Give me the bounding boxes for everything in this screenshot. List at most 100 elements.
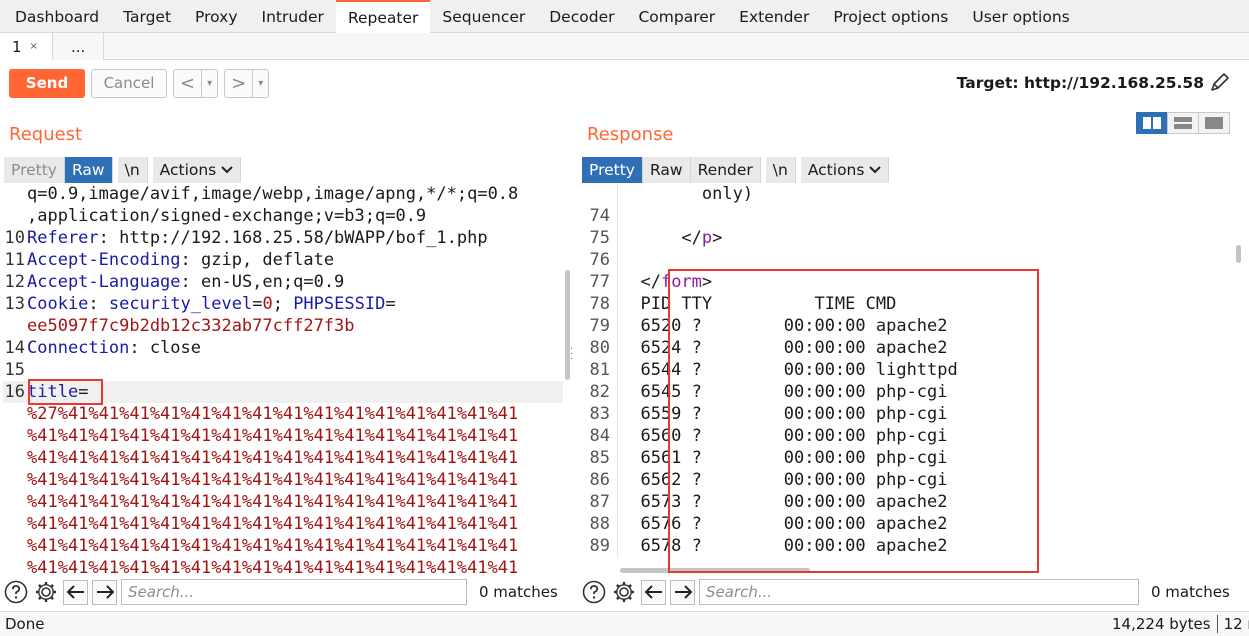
history-forward-button[interactable]: > (225, 70, 252, 97)
gutter-separator (612, 293, 618, 315)
code-token: Cookie (27, 294, 89, 314)
response-render-tab[interactable]: Render (690, 157, 761, 183)
response-search-input[interactable]: Search... (699, 579, 1139, 605)
code-line: %41%41%41%41%41%41%41%41%41%41%41%41%41%… (3, 447, 563, 469)
history-forward-dropdown[interactable]: ▾ (252, 69, 268, 97)
line-number: 89 (589, 536, 610, 556)
help-icon[interactable] (3, 579, 29, 605)
code-text: %41%41%41%41%41%41%41%41%41%41%41%41%41%… (27, 535, 518, 557)
request-actions-menu[interactable]: Actions (152, 157, 242, 183)
gutter-separator (612, 249, 618, 271)
gutter-separator (612, 425, 618, 447)
line-number: 76 (589, 250, 610, 270)
split-horizontal-icon[interactable] (1167, 112, 1199, 134)
code-text: q=0.9,image/avif,image/webp,image/apng,*… (27, 183, 518, 205)
code-token: only) (620, 184, 754, 204)
code-text: ,application/signed-exchange;v=b3;q=0.9 (27, 205, 426, 227)
main-tab-intruder[interactable]: Intruder (250, 0, 336, 33)
code-token: </ (620, 228, 702, 248)
code-token: %41%41%41%41%41%41%41%41%41%41%41%41%41%… (27, 514, 519, 534)
request-match-count: 0 matches (479, 583, 558, 601)
pane-divider-handle[interactable]: · · · (570, 345, 573, 365)
code-text: %41%41%41%41%41%41%41%41%41%41%41%41%41%… (27, 491, 518, 513)
repeater-tab-label: 1 (12, 37, 22, 56)
status-bar: Done 14,224 bytes 12 m (0, 611, 1249, 636)
chevron-down-icon (221, 163, 233, 177)
code-line: %41%41%41%41%41%41%41%41%41%41%41%41%41%… (3, 513, 563, 535)
line-number: 79 (589, 316, 610, 336)
line-number: 77 (589, 272, 610, 292)
single-pane-icon[interactable] (1198, 112, 1230, 134)
line-number (3, 513, 27, 535)
arrow-left-icon[interactable] (63, 579, 88, 605)
line-number: 74 (589, 206, 610, 226)
line-number: 15 (4, 360, 25, 380)
main-tab-repeater[interactable]: Repeater (335, 0, 431, 33)
response-newline-toggle[interactable]: \n (765, 157, 796, 183)
line-number (3, 425, 27, 447)
response-mode-bar: Pretty Raw Render \n Actions (582, 157, 890, 184)
response-pretty-tab[interactable]: Pretty (582, 157, 643, 183)
gutter-separator (612, 315, 618, 337)
main-tab-comparer[interactable]: Comparer (626, 0, 727, 33)
gutter-separator (612, 227, 618, 249)
main-tab-proxy[interactable]: Proxy (183, 0, 249, 33)
code-line: q=0.9,image/avif,image/webp,image/apng,*… (3, 183, 563, 205)
line-number: 75 (589, 228, 610, 248)
code-text: %27%41%41%41%41%41%41%41%41%41%41%41%41%… (27, 403, 518, 425)
gear-icon[interactable] (33, 579, 59, 605)
line-number (3, 491, 27, 513)
code-line: ee5097f7c9b2db12c332ab77cff27f3b (3, 315, 563, 337)
code-token: : (88, 294, 109, 314)
main-tab-extender[interactable]: Extender (727, 0, 821, 33)
response-raw-tab[interactable]: Raw (642, 157, 691, 183)
code-token: : gzip, deflate (180, 250, 335, 270)
code-line: 11 Accept-Encoding: gzip, deflate (3, 249, 563, 271)
chevron-down-icon (869, 163, 882, 177)
gear-icon[interactable] (611, 579, 637, 605)
history-back-button[interactable]: < (174, 70, 201, 97)
code-token: security_level (108, 294, 253, 314)
main-tab-target[interactable]: Target (111, 0, 183, 33)
repeater-tab-1[interactable]: 1 × (0, 33, 53, 60)
code-line: 10 Referer: http://192.168.25.58/bWAPP/bo… (3, 227, 563, 249)
close-icon[interactable]: × (30, 41, 38, 52)
code-token: %41%41%41%41%41%41%41%41%41%41%41%41%41%… (27, 470, 519, 490)
arrow-right-icon[interactable] (92, 579, 117, 605)
code-token: = (252, 294, 263, 314)
code-line: %27%41%41%41%41%41%41%41%41%41%41%41%41%… (3, 403, 563, 425)
code-token: 0 (262, 294, 273, 314)
main-tab-dashboard[interactable]: Dashboard (3, 0, 111, 33)
code-token: q=0.9,image/avif,image/webp,image/apng,*… (27, 184, 519, 204)
arrow-left-icon[interactable] (641, 579, 666, 605)
gutter-separator (612, 381, 618, 403)
code-token: ee5097f7c9b2db12c332ab77cff27f3b (27, 316, 355, 336)
main-tab-sequencer[interactable]: Sequencer (430, 0, 537, 33)
send-button[interactable]: Send (9, 68, 85, 98)
line-number: 80 (589, 338, 610, 358)
split-vertical-icon[interactable] (1136, 112, 1168, 134)
code-line: 12 Accept-Language: en-US,en;q=0.9 (3, 271, 563, 293)
code-token: PHPSESSID (293, 294, 386, 314)
line-number: 85 (589, 448, 610, 468)
cancel-button[interactable]: Cancel (91, 68, 167, 98)
main-tab-user-options[interactable]: User options (960, 0, 1081, 33)
request-newline-toggle[interactable]: \n (117, 157, 148, 183)
code-token: ,application/signed-exchange;v=b3;q=0.9 (27, 206, 427, 226)
history-back-control: < ▾ (173, 68, 219, 98)
request-raw-tab[interactable]: Raw (64, 157, 113, 183)
response-scrollbar[interactable] (1236, 245, 1241, 263)
history-back-dropdown[interactable]: ▾ (201, 69, 217, 97)
main-tab-project-options[interactable]: Project options (821, 0, 960, 33)
main-tab-decoder[interactable]: Decoder (537, 0, 626, 33)
arrow-right-icon[interactable] (670, 579, 695, 605)
new-tab-button[interactable]: ... (52, 33, 105, 60)
help-icon[interactable] (581, 579, 607, 605)
code-token: Connection (27, 338, 130, 358)
pencil-icon[interactable] (1208, 70, 1232, 94)
request-pretty-tab[interactable]: Pretty (4, 157, 65, 183)
gutter-separator (612, 271, 618, 293)
request-search-input[interactable]: Search... (121, 579, 467, 605)
response-actions-menu[interactable]: Actions (800, 157, 890, 183)
response-bytes: 14,224 bytes (1112, 615, 1211, 633)
